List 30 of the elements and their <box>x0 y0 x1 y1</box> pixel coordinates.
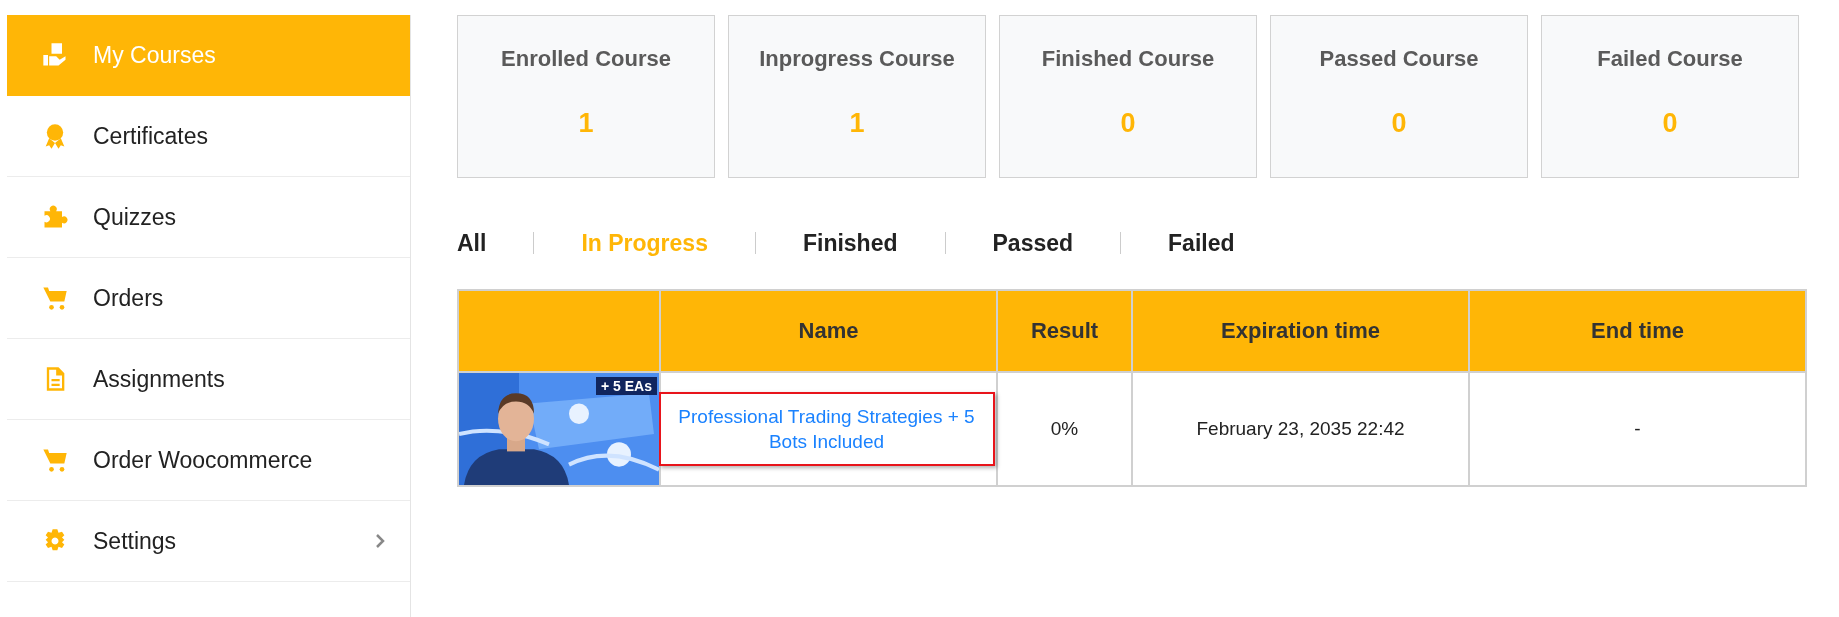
filter-tab[interactable]: Passed <box>992 229 1074 257</box>
stat-value: 0 <box>1391 108 1407 139</box>
column-header: Name <box>660 290 997 372</box>
courses-icon <box>41 41 69 69</box>
stat-value: 1 <box>578 108 594 139</box>
thumbnail-badge: + 5 EAs <box>596 377 657 395</box>
stat-value: 0 <box>1662 108 1678 139</box>
sidebar-item[interactable]: Settings <box>7 501 410 582</box>
filter-tab[interactable]: All <box>457 229 487 257</box>
column-header: Result <box>997 290 1132 372</box>
filter-tab[interactable]: Finished <box>802 229 898 257</box>
sidebar-item[interactable]: Certificates <box>7 96 410 177</box>
stat-label: Inprogress Course <box>759 46 955 72</box>
column-header: Expiration time <box>1132 290 1469 372</box>
filter-tab[interactable]: Failed <box>1168 229 1235 257</box>
stat-value: 1 <box>849 108 865 139</box>
stat-label: Passed Course <box>1319 46 1479 72</box>
table-cell: - <box>1469 372 1806 486</box>
stat-label: Finished Course <box>1041 46 1215 72</box>
column-header: End time <box>1469 290 1806 372</box>
sidebar-item[interactable]: Orders <box>7 258 410 339</box>
table-cell: February 23, 2035 22:42 <box>1132 372 1469 486</box>
sidebar-item[interactable]: Quizzes <box>7 177 410 258</box>
stat-label: Failed Course <box>1597 46 1743 72</box>
stat-value: 0 <box>1120 108 1136 139</box>
sidebar-item[interactable]: Assignments <box>7 339 410 420</box>
course-link[interactable]: Professional Trading Strategies + 5 Bots Included <box>658 392 995 466</box>
stat-label: Enrolled Course <box>501 46 671 72</box>
table-cell: 0% <box>997 372 1132 486</box>
sidebar-item[interactable]: Order Woocommerce <box>7 420 410 501</box>
